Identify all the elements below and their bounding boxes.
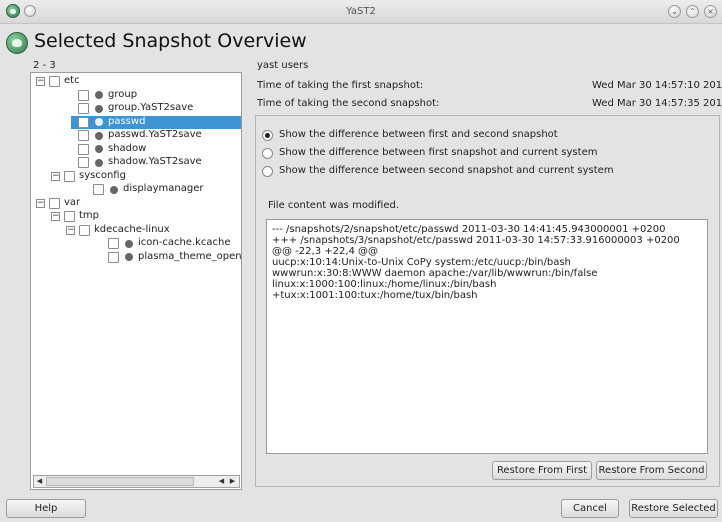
collapse-icon[interactable]: − [51,171,60,181]
help-button[interactable]: Help [6,499,86,518]
radio-button[interactable] [262,130,273,141]
tree-item-label: group [108,88,138,100]
tree-item-label: tmp [79,210,100,221]
file-status-icon [95,145,103,153]
file-status-icon [125,239,133,248]
restore-from-first-button[interactable]: Restore From First [492,461,592,480]
tree-item-passwd[interactable]: passwd [71,115,241,129]
diff-line: uucp:x:10:14:Unix-to-Unix CoPy system:/e… [272,257,571,268]
page-title: Selected Snapshot Overview [34,30,307,52]
first-snapshot-time-label: Time of taking the first snapshot: [257,80,424,91]
cancel-button[interactable]: Cancel [561,499,619,518]
file-status-icon [95,104,103,113]
tree-item-plasma-theme-open[interactable]: plasma_theme_open [31,250,242,264]
file-status-text: File content was modified. [268,200,400,211]
radio-label[interactable]: Show the difference between second snaps… [279,165,614,176]
collapse-icon[interactable]: − [66,225,75,235]
first-snapshot-time: Wed Mar 30 14:57:10 2011 [592,80,722,91]
tree-horizontal-scrollbar[interactable]: ◀ ◀ ▶ [33,475,240,488]
tree-item-group[interactable]: group [31,89,241,102]
maximize-icon[interactable]: ⌃ [686,5,699,18]
tree-item-label: plasma_theme_open [138,250,242,262]
diff-line: --- /snapshots/2/snapshot/etc/passwd 201… [272,224,666,235]
tree-item-checkbox[interactable] [78,103,89,114]
scroll-left-icon[interactable]: ◀ [217,477,226,486]
collapse-icon[interactable]: − [36,198,45,208]
tree-item-displaymanager[interactable]: displaymanager [31,183,241,196]
tree-item-icon-cache-kcache[interactable]: icon-cache.kcache [31,237,241,250]
tree-item-label: kdecache-linux [94,223,170,235]
radio-button[interactable] [262,148,273,159]
scroll-left-icon[interactable]: ◀ [35,477,44,486]
tree-item-label: passwd.YaST2save [108,129,202,140]
tree-item-shadow-yast2save[interactable]: shadow.YaST2save [31,156,241,169]
diff-view[interactable]: --- /snapshots/2/snapshot/etc/passwd 201… [266,219,708,454]
collapse-icon[interactable]: − [51,212,60,221]
radio-label[interactable]: Show the difference between first and se… [279,129,558,140]
diff-line: wwwrun:x:30:8:WWW daemon apache:/var/lib… [272,268,598,279]
file-status-icon [95,91,103,99]
window-titlebar: YaST2 ⌄ ⌃ × [0,0,722,24]
tree-item-label: group.YaST2save [108,102,194,113]
tree-item-label: displaymanager [123,183,204,194]
tree-item-label: etc [64,75,80,86]
tree-item-checkbox[interactable] [108,238,119,249]
tree-item-checkbox[interactable] [78,157,89,168]
tree-item-checkbox[interactable] [78,89,89,101]
tree-item-checkbox[interactable] [64,211,75,222]
snapshot-description: yast users [257,60,309,71]
file-status-icon [95,158,103,167]
file-status-icon [110,185,118,194]
tree-item-checkbox[interactable] [93,184,104,195]
window-title: YaST2 [346,6,376,17]
diff-line: +tux:x:1001:100:tux:/home/tux/bin/bash [272,290,478,301]
close-icon[interactable]: × [704,5,717,18]
tree-item-etc[interactable]: − etc [31,75,241,88]
diff-line: +++ /snapshots/3/snapshot/etc/passwd 201… [272,235,680,246]
tree-item-label: sysconfig [79,169,126,181]
file-tree[interactable]: − etc group group.YaST2save passwd passwd.YaS… [30,72,242,490]
tree-item-checkbox[interactable] [78,143,89,155]
restore-selected-button[interactable]: Restore Selected [629,499,718,518]
tree-item-passwd-yast2save[interactable]: passwd.YaST2save [31,129,241,142]
snapshot-module-icon [6,32,28,54]
tree-item-label: shadow.YaST2save [108,156,202,167]
tree-item-label: var [64,196,81,208]
scroll-right-icon[interactable]: ▶ [228,477,237,486]
tree-item-checkbox[interactable] [49,76,60,87]
file-status-icon [95,118,103,126]
tree-item-checkbox[interactable] [64,170,75,182]
tree-item-label: passwd [108,115,146,127]
tree-item-var[interactable]: − var [31,197,241,210]
second-snapshot-time-label: Time of taking the second snapshot: [257,98,440,109]
tree-item-checkbox[interactable] [79,224,90,236]
snapshot-range-label: 2 - 3 [33,60,56,71]
tree-item-tmp[interactable]: − tmp [31,210,241,223]
tree-item-shadow[interactable]: shadow [31,143,241,156]
tree-item-group-yast2save[interactable]: group.YaST2save [31,102,241,115]
tree-item-checkbox[interactable] [108,251,119,263]
scrollbar-thumb[interactable] [46,477,194,486]
tree-item-label: shadow [108,142,147,154]
tree-item-checkbox[interactable] [49,197,60,209]
tree-item-checkbox[interactable] [78,116,89,128]
radio-label[interactable]: Show the difference between first snapsh… [279,147,597,158]
file-status-icon [95,131,103,140]
restore-from-second-button[interactable]: Restore From Second [596,461,707,480]
second-snapshot-time: Wed Mar 30 14:57:35 2011 [592,98,722,109]
radio-button[interactable] [262,166,273,177]
diff-line: @@ -22,3 +22,4 @@ [272,246,379,257]
file-status-icon [125,253,133,261]
tree-item-checkbox[interactable] [78,130,89,141]
minimize-icon[interactable]: ⌄ [668,5,681,18]
diff-line: linux:x:1000:100:linux:/home/linux:/bin/… [272,279,497,290]
tree-item-label: icon-cache.kcache [138,237,231,248]
tree-item-kdecache-linux[interactable]: − kdecache-linux [31,224,241,237]
tree-item-sysconfig[interactable]: − sysconfig [31,170,241,183]
collapse-icon[interactable]: − [36,77,45,86]
